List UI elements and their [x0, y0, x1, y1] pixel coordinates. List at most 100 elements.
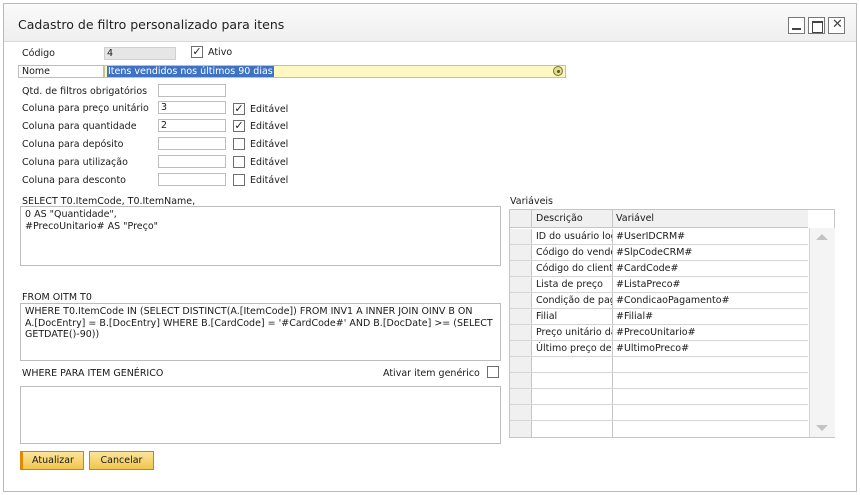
editavel-label: Editável — [250, 104, 289, 115]
coluna-utilizacao-field[interactable] — [158, 155, 226, 168]
maximize-button[interactable] — [808, 17, 825, 34]
minimize-button[interactable] — [788, 17, 805, 34]
variaveis-label: Variáveis — [510, 196, 554, 207]
coluna-deposito-field[interactable] — [158, 137, 226, 150]
col-descricao[interactable]: Descrição — [532, 210, 613, 227]
scroll-up-icon[interactable] — [816, 234, 828, 240]
nome-label: Nome — [22, 66, 51, 77]
close-button[interactable]: ✕ — [828, 17, 845, 34]
ativar-item-generico-label: Ativar item genérico — [383, 368, 480, 379]
row-header-cell — [510, 229, 532, 244]
editavel-label: Editável — [250, 139, 289, 150]
empty-cell — [532, 389, 613, 404]
row-header-cell — [510, 373, 532, 388]
variavel-cell: #SlpCodeCRM# — [616, 247, 693, 258]
close-icon: ✕ — [832, 17, 843, 32]
grid-scrollbar[interactable] — [809, 228, 835, 437]
from-label: FROM OITM T0 — [22, 292, 92, 303]
window-title: Cadastro de filtro personalizado para it… — [18, 17, 285, 32]
row-header-cell — [510, 357, 532, 372]
coluna-desconto-editavel-checkbox[interactable] — [233, 174, 245, 186]
ativo-checkbox[interactable]: ✓ — [191, 46, 203, 58]
scroll-down-icon[interactable] — [816, 425, 828, 431]
table-row[interactable]: Filial #Filial# — [510, 309, 808, 325]
variavel-cell: #CondicaoPagamento# — [616, 295, 730, 306]
empty-cell — [613, 389, 808, 404]
variavel-cell: #CardCode# — [616, 263, 679, 274]
empty-cell — [613, 421, 808, 437]
lookup-icon[interactable] — [553, 66, 563, 76]
descricao-cell: Código do cliente — [532, 261, 613, 276]
table-row[interactable]: Lista de preço #ListaPreco# — [510, 277, 808, 293]
check-icon: ✓ — [192, 45, 202, 58]
variables-grid: Descrição Variável ID do usuário logado#… — [509, 209, 835, 438]
where-generico-textarea[interactable] — [20, 386, 501, 444]
coluna-utilizacao-editavel-checkbox[interactable] — [233, 156, 245, 168]
coluna-deposito-label: Coluna para depósito — [22, 139, 124, 150]
from-textarea[interactable]: WHERE T0.ItemCode IN (SELECT DISTINCT(A.… — [20, 303, 501, 361]
coluna-quantidade-field[interactable]: 2 — [158, 119, 226, 132]
empty-row[interactable] — [510, 405, 808, 421]
row-header-cell — [510, 405, 532, 420]
empty-row[interactable] — [510, 357, 808, 373]
editavel-label: Editável — [250, 121, 289, 132]
col-variavel[interactable]: Variável — [613, 210, 808, 227]
empty-cell — [532, 357, 613, 372]
table-row[interactable]: Último preço de venda#UltimoPreco# — [510, 341, 808, 357]
table-row[interactable]: ID do usuário logado#UserIDCRM# — [510, 229, 808, 245]
row-header-cell — [510, 325, 532, 340]
coluna-deposito-editavel-checkbox[interactable] — [233, 138, 245, 150]
variavel-cell: #UltimoPreco# — [616, 343, 690, 354]
variavel-cell: #UserIDCRM# — [616, 231, 686, 242]
table-row[interactable]: Código do vendedor#SlpCodeCRM# — [510, 245, 808, 261]
descricao-cell: Código do vendedor — [532, 245, 613, 260]
variavel-cell: #PrecoUnitario# — [616, 327, 696, 338]
ativar-item-generico-checkbox[interactable] — [487, 366, 499, 378]
descricao-cell: Filial — [532, 309, 613, 324]
row-header-cell — [510, 421, 532, 437]
select-textarea[interactable]: 0 AS "Quantidade", #PrecoUnitario# AS "P… — [20, 206, 501, 266]
empty-row[interactable] — [510, 389, 808, 405]
descricao-cell: Último preço de venda — [532, 341, 613, 356]
descricao-cell: Preço unitário da — [532, 325, 613, 340]
row-header-cell — [510, 293, 532, 308]
descricao-cell: ID do usuário logado — [532, 229, 613, 244]
qtd-filtros-label: Qtd. de filtros obrigatórios — [22, 86, 148, 97]
empty-cell — [532, 421, 613, 437]
coluna-quantidade-label: Coluna para quantidade — [22, 121, 137, 132]
descricao-cell: Lista de preço — [532, 277, 613, 292]
title-bar: Cadastro de filtro personalizado para it… — [4, 4, 856, 42]
atualizar-button[interactable]: Atualizar — [20, 451, 84, 470]
coluna-quantidade-editavel-checkbox[interactable]: ✓ — [233, 120, 245, 132]
coluna-utilizacao-label: Coluna para utilização — [22, 157, 128, 168]
row-header-cell — [510, 309, 532, 324]
qtd-filtros-field[interactable] — [158, 84, 226, 97]
row-header-cell — [510, 277, 532, 292]
nome-value: Itens vendidos nos últimos 90 dias — [107, 66, 274, 77]
nome-field[interactable]: Itens vendidos nos últimos 90 dias — [104, 65, 566, 78]
grid-header: Descrição Variável — [510, 210, 808, 228]
coluna-desconto-label: Coluna para desconto — [22, 175, 126, 186]
codigo-label: Código — [22, 48, 55, 59]
variavel-cell: #ListaPreco# — [616, 279, 681, 290]
editavel-label: Editável — [250, 157, 289, 168]
nome-label-box: Nome — [18, 65, 104, 78]
ativo-label: Ativo — [208, 47, 233, 58]
empty-row[interactable] — [510, 421, 808, 437]
table-row[interactable]: Condição de pagamento#CondicaoPagamento# — [510, 293, 808, 309]
coluna-preco-field[interactable]: 3 — [158, 101, 226, 114]
empty-cell — [532, 373, 613, 388]
select-line: 0 AS "Quantidade", — [25, 209, 117, 220]
coluna-preco-editavel-checkbox[interactable]: ✓ — [233, 103, 245, 115]
table-row[interactable]: Preço unitário da #PrecoUnitario# — [510, 325, 808, 341]
empty-cell — [532, 405, 613, 420]
empty-row[interactable] — [510, 373, 808, 389]
editavel-label: Editável — [250, 175, 289, 186]
where-generico-label: WHERE PARA ITEM GENÉRICO — [22, 368, 164, 379]
table-row[interactable]: Código do cliente #CardCode# — [510, 261, 808, 277]
cancelar-button[interactable]: Cancelar — [89, 451, 154, 470]
row-header-cell — [510, 341, 532, 356]
empty-cell — [613, 373, 808, 388]
coluna-desconto-field[interactable] — [158, 173, 226, 186]
descricao-cell: Condição de pagamento — [532, 293, 613, 308]
